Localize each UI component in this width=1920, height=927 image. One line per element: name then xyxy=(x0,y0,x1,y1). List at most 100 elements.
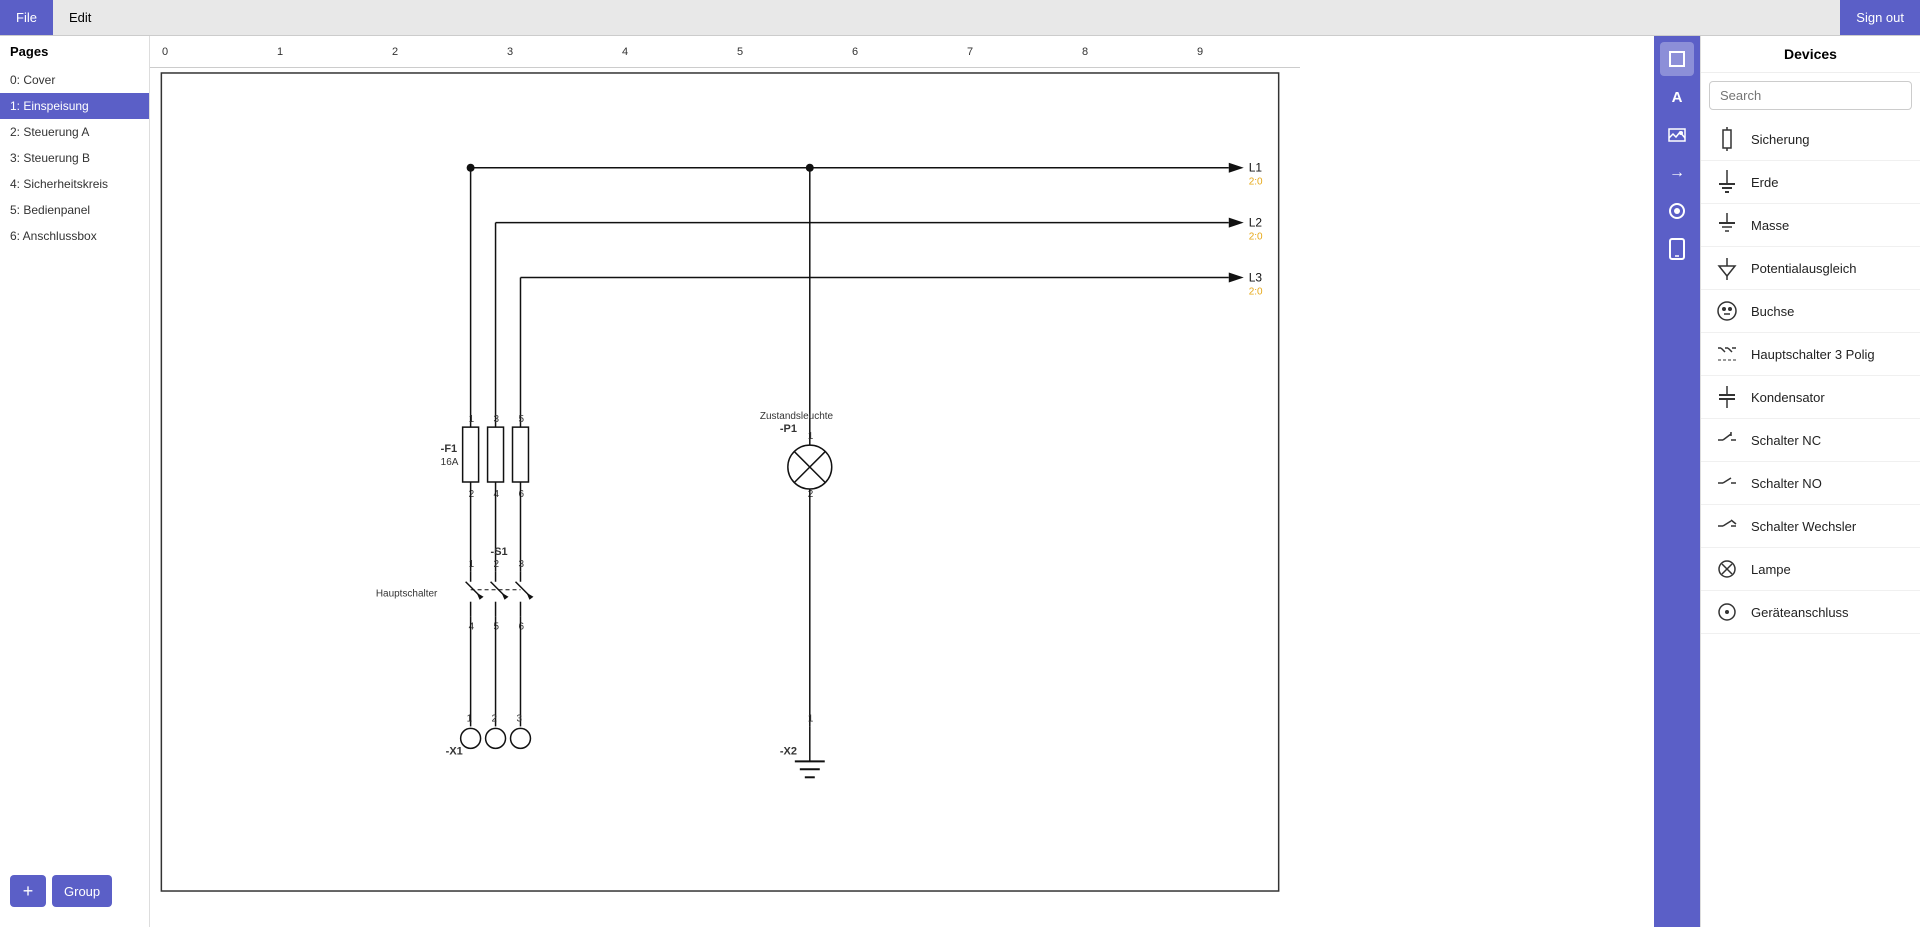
schematic-svg: L1 2:0 L2 2:0 L3 2:0 xyxy=(150,68,1300,896)
text-tool-button[interactable]: A xyxy=(1660,80,1694,114)
svg-text:2: 2 xyxy=(492,713,498,724)
ruler-mark: 2 xyxy=(390,36,398,67)
pages-list: 0: Cover1: Einspeisung2: Steuerung A3: S… xyxy=(0,67,149,249)
device-label: Schalter Wechsler xyxy=(1751,519,1856,534)
masse-icon xyxy=(1713,211,1741,239)
ruler-mark: 9 xyxy=(1195,36,1203,67)
svg-text:4: 4 xyxy=(494,489,500,500)
ruler-mark: 8 xyxy=(1080,36,1088,67)
hauptschalter-icon xyxy=(1713,340,1741,368)
svg-text:3: 3 xyxy=(518,559,524,570)
circle-tool-button[interactable] xyxy=(1660,194,1694,228)
sidebar-page-item[interactable]: 0: Cover xyxy=(0,67,149,93)
svg-text:3: 3 xyxy=(517,713,523,724)
svg-text:4: 4 xyxy=(469,622,475,633)
svg-text:-F1: -F1 xyxy=(441,443,457,455)
svg-text:1: 1 xyxy=(808,713,814,724)
group-button[interactable]: Group xyxy=(52,875,112,907)
device-item[interactable]: Schalter NC xyxy=(1701,419,1920,462)
edit-menu[interactable]: Edit xyxy=(53,0,107,35)
ruler-mark: 6 xyxy=(850,36,858,67)
device-label: Kondensator xyxy=(1751,390,1825,405)
device-item[interactable]: Sicherung xyxy=(1701,118,1920,161)
arrow-tool-button[interactable]: → xyxy=(1660,156,1694,190)
svg-text:1: 1 xyxy=(469,559,475,570)
device-list: SicherungErdeMassePotentialausgleich Buch… xyxy=(1701,118,1920,927)
device-item[interactable]: Buchse xyxy=(1701,290,1920,333)
select-tool-button[interactable] xyxy=(1660,42,1694,76)
main-layout: Pages 0: Cover1: Einspeisung2: Steuerung… xyxy=(0,36,1920,927)
lampe-icon xyxy=(1713,555,1741,583)
erde-icon xyxy=(1713,168,1741,196)
svg-text:6: 6 xyxy=(518,622,524,633)
sign-out-button[interactable]: Sign out xyxy=(1840,0,1920,35)
svg-text:-S1: -S1 xyxy=(491,546,508,558)
mobile-tool-button[interactable] xyxy=(1660,232,1694,266)
geraeteanschluss-icon xyxy=(1713,598,1741,626)
device-label: Hauptschalter 3 Polig xyxy=(1751,347,1875,362)
ruler-mark: 0 xyxy=(160,36,168,67)
device-item[interactable]: Schalter Wechsler xyxy=(1701,505,1920,548)
device-item[interactable]: Kondensator xyxy=(1701,376,1920,419)
sidebar-page-item[interactable]: 1: Einspeisung xyxy=(0,93,149,119)
svg-text:L1: L1 xyxy=(1249,161,1263,175)
svg-text:3: 3 xyxy=(494,414,500,425)
buchse-icon xyxy=(1713,297,1741,325)
potentialausgleich-icon xyxy=(1713,254,1741,282)
device-item[interactable]: Masse xyxy=(1701,204,1920,247)
device-label: Geräteanschluss xyxy=(1751,605,1849,620)
schalter_no-icon xyxy=(1713,469,1741,497)
svg-text:Hauptschalter: Hauptschalter xyxy=(376,589,438,600)
kondensator-icon xyxy=(1713,383,1741,411)
svg-text:2:0: 2:0 xyxy=(1249,232,1263,243)
svg-text:2:0: 2:0 xyxy=(1249,177,1263,188)
sidebar: Pages 0: Cover1: Einspeisung2: Steuerung… xyxy=(0,36,150,927)
ruler-mark: 3 xyxy=(505,36,513,67)
search-input[interactable] xyxy=(1709,81,1912,110)
topbar: File Edit Sign out xyxy=(0,0,1920,36)
ruler-mark: 4 xyxy=(620,36,628,67)
svg-text:2: 2 xyxy=(469,489,475,500)
schalter_wechsler-icon xyxy=(1713,512,1741,540)
canvas-area[interactable]: 0 1 2 3 4 5 6 7 8 9 L1 2:0 L2 2:0 L3 2:0 xyxy=(150,36,1654,927)
svg-text:1: 1 xyxy=(469,414,475,425)
device-item[interactable]: Potentialausgleich xyxy=(1701,247,1920,290)
canvas-inner: 0 1 2 3 4 5 6 7 8 9 L1 2:0 L2 2:0 L3 2:0 xyxy=(150,36,1300,896)
pages-title: Pages xyxy=(0,36,149,67)
device-label: Schalter NC xyxy=(1751,433,1821,448)
ruler-mark: 1 xyxy=(275,36,283,67)
device-item[interactable]: Erde xyxy=(1701,161,1920,204)
svg-text:-X2: -X2 xyxy=(780,745,797,757)
schalter_nc-icon xyxy=(1713,426,1741,454)
device-item[interactable]: Lampe xyxy=(1701,548,1920,591)
right-toolbar: A → xyxy=(1654,36,1700,927)
svg-text:L3: L3 xyxy=(1249,270,1263,284)
sicherung-icon xyxy=(1713,125,1741,153)
device-label: Buchse xyxy=(1751,304,1794,319)
svg-text:-P1: -P1 xyxy=(780,423,797,435)
device-item[interactable]: Geräteanschluss xyxy=(1701,591,1920,634)
image-tool-button[interactable] xyxy=(1660,118,1694,152)
sidebar-page-item[interactable]: 5: Bedienpanel xyxy=(0,197,149,223)
ruler-mark: 5 xyxy=(735,36,743,67)
svg-text:5: 5 xyxy=(494,622,500,633)
device-item[interactable]: Schalter NO xyxy=(1701,462,1920,505)
add-page-button[interactable]: + xyxy=(10,875,46,907)
device-label: Lampe xyxy=(1751,562,1791,577)
devices-panel: Devices SicherungErdeMassePotentialausgl… xyxy=(1700,36,1920,927)
svg-text:2: 2 xyxy=(808,489,814,500)
svg-text:L2: L2 xyxy=(1249,216,1263,230)
svg-text:1: 1 xyxy=(467,713,473,724)
sidebar-page-item[interactable]: 3: Steuerung B xyxy=(0,145,149,171)
ruler: 0 1 2 3 4 5 6 7 8 9 xyxy=(150,36,1300,68)
device-item[interactable]: Hauptschalter 3 Polig xyxy=(1701,333,1920,376)
svg-text:5: 5 xyxy=(518,414,524,425)
sidebar-page-item[interactable]: 6: Anschlussbox xyxy=(0,223,149,249)
file-menu[interactable]: File xyxy=(0,0,53,35)
devices-title: Devices xyxy=(1701,36,1920,73)
svg-text:2: 2 xyxy=(494,559,500,570)
sidebar-page-item[interactable]: 4: Sicherheitskreis xyxy=(0,171,149,197)
sidebar-page-item[interactable]: 2: Steuerung A xyxy=(0,119,149,145)
ruler-mark: 7 xyxy=(965,36,973,67)
svg-text:-X1: -X1 xyxy=(446,745,463,757)
